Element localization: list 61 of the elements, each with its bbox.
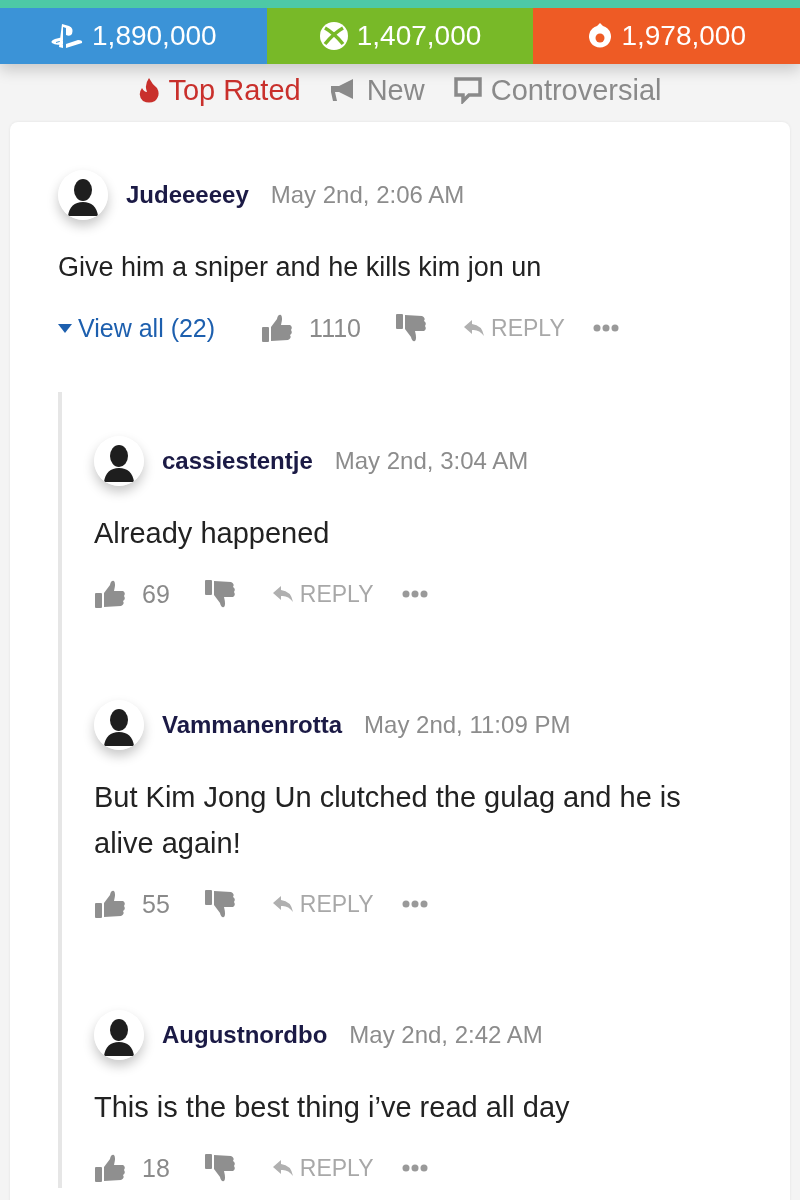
thumbs-up-icon [261, 313, 294, 343]
thumbs-up-icon [94, 889, 126, 919]
comment-date: May 2nd, 11:09 PM [364, 711, 571, 739]
dislike-button[interactable] [203, 889, 236, 919]
like-count: 55 [142, 889, 170, 919]
thumbs-up-icon [94, 579, 126, 609]
gamepad-logo-icon [50, 22, 85, 50]
reply-arrow-icon [463, 318, 485, 338]
reply-text: Already happened [94, 516, 331, 551]
chat-bubble-icon [452, 76, 483, 104]
dislike-button[interactable] [395, 313, 427, 343]
thumbs-up-icon [94, 1153, 126, 1183]
flame-icon [138, 77, 161, 103]
reply-arrow-icon [271, 584, 294, 604]
dislike-button[interactable] [203, 579, 236, 609]
comment-text: Give him a sniper and he kills kim jon un [58, 251, 543, 284]
more-icon [401, 1164, 428, 1172]
comment-date: May 2nd, 3:04 AM [334, 447, 529, 475]
reply-text: But Kim Jong Un clutched the gulag and he is alive again! [94, 780, 682, 861]
thumbs-down-icon [395, 313, 427, 343]
thumbs-down-icon [203, 579, 236, 609]
more-icon [592, 324, 619, 332]
sphere-logo-icon [318, 21, 349, 51]
thumbs-down-icon [203, 1153, 236, 1183]
platform-count: 1,407,000 [356, 20, 482, 52]
platform-count: 1,978,000 [621, 20, 746, 52]
comment-date: May 2nd, 2:06 AM [270, 181, 465, 209]
comment-date: May 2nd, 2:42 AM [349, 1021, 543, 1049]
ring-logo-icon [587, 21, 614, 51]
username[interactable]: Augustnordbo [162, 1021, 328, 1049]
more-button[interactable] [401, 1164, 428, 1172]
reply-arrow-icon [271, 1158, 294, 1178]
username[interactable]: Judeeeeey [126, 181, 249, 209]
thumbs-down-icon [203, 889, 236, 919]
view-all-link[interactable]: View all (22) [58, 313, 216, 343]
reply-arrow-icon [271, 894, 294, 914]
like-button[interactable] [94, 579, 126, 609]
avatar-icon [94, 1010, 144, 1060]
like-count: 69 [142, 579, 170, 609]
like-button[interactable] [94, 889, 126, 919]
sort-tab[interactable]: New [328, 72, 425, 108]
platform-count: 1,890,000 [92, 20, 217, 52]
caret-icon [58, 323, 72, 333]
username[interactable]: cassiestentje [162, 447, 313, 475]
more-button[interactable] [401, 900, 428, 908]
username[interactable]: Vammanenrotta [162, 711, 343, 739]
more-button[interactable] [592, 324, 619, 332]
reply-text: This is the best thing i’ve read all day [94, 1090, 571, 1125]
sort-tab[interactable]: Controversial [452, 72, 662, 108]
avatar-icon [94, 700, 144, 750]
like-button[interactable] [94, 1153, 126, 1183]
like-button[interactable] [261, 313, 294, 343]
more-button[interactable] [401, 590, 428, 598]
like-count: 18 [142, 1153, 170, 1183]
more-icon [401, 590, 428, 598]
sort-tab[interactable]: Top Rated [138, 72, 301, 108]
dislike-button[interactable] [203, 1153, 236, 1183]
more-icon [401, 900, 428, 908]
avatar-icon [94, 436, 144, 486]
avatar-icon [58, 170, 108, 220]
like-count: 1110 [309, 313, 361, 343]
